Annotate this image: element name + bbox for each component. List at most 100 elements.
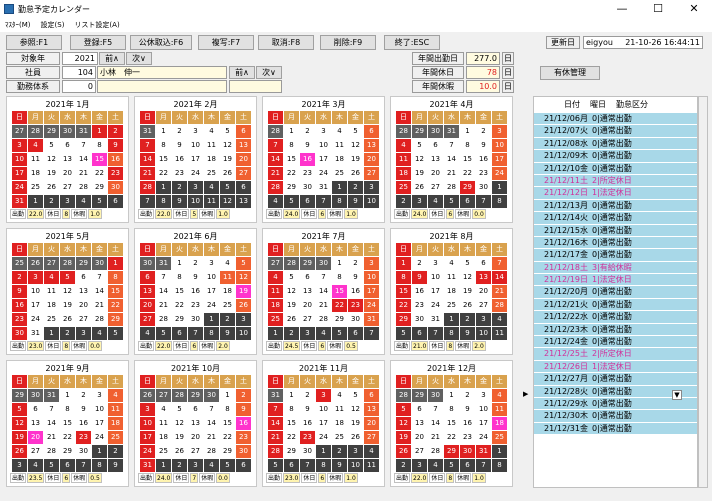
day-cell[interactable]: 17 bbox=[140, 431, 155, 444]
day-cell[interactable]: 8 bbox=[492, 459, 507, 472]
day-cell[interactable]: 18 bbox=[44, 299, 59, 312]
day-cell[interactable]: 16 bbox=[412, 285, 427, 298]
day-cell[interactable]: 16 bbox=[300, 153, 315, 166]
day-cell[interactable]: 19 bbox=[284, 299, 299, 312]
day-cell[interactable]: 4 bbox=[492, 389, 507, 402]
day-cell[interactable]: 5 bbox=[44, 139, 59, 152]
day-cell[interactable]: 11 bbox=[44, 285, 59, 298]
day-cell[interactable]: 8 bbox=[460, 139, 475, 152]
day-cell[interactable]: 18 bbox=[108, 417, 123, 430]
day-cell[interactable]: 5 bbox=[332, 327, 347, 340]
day-cell[interactable]: 4 bbox=[108, 389, 123, 402]
day-cell[interactable]: 17 bbox=[364, 285, 379, 298]
day-cell[interactable]: 6 bbox=[60, 139, 75, 152]
day-cell[interactable]: 6 bbox=[108, 195, 123, 208]
day-cell[interactable]: 18 bbox=[220, 285, 235, 298]
day-cell[interactable]: 4 bbox=[396, 139, 411, 152]
day-cell[interactable]: 28 bbox=[28, 125, 43, 138]
day-cell[interactable]: 2 bbox=[76, 389, 91, 402]
day-cell[interactable]: 31 bbox=[140, 459, 155, 472]
day-cell[interactable]: 1 bbox=[60, 389, 75, 402]
day-cell[interactable]: 25 bbox=[220, 299, 235, 312]
day-cell[interactable]: 30 bbox=[60, 125, 75, 138]
day-cell[interactable]: 2 bbox=[348, 181, 363, 194]
day-cell[interactable]: 2 bbox=[332, 445, 347, 458]
day-cell[interactable]: 21 bbox=[44, 431, 59, 444]
day-cell[interactable]: 9 bbox=[76, 403, 91, 416]
day-cell[interactable]: 12 bbox=[220, 195, 235, 208]
day-cell[interactable]: 2 bbox=[300, 125, 315, 138]
day-cell[interactable]: 5 bbox=[348, 389, 363, 402]
day-cell[interactable]: 3 bbox=[412, 459, 427, 472]
day-cell[interactable]: 30 bbox=[348, 313, 363, 326]
day-cell[interactable]: 5 bbox=[268, 459, 283, 472]
day-cell[interactable]: 25 bbox=[44, 313, 59, 326]
day-cell[interactable]: 2 bbox=[108, 125, 123, 138]
day-cell[interactable]: 27 bbox=[300, 313, 315, 326]
day-cell[interactable]: 4 bbox=[444, 257, 459, 270]
work-system-field[interactable]: 0 bbox=[62, 80, 96, 93]
day-cell[interactable]: 4 bbox=[332, 125, 347, 138]
day-cell[interactable]: 1 bbox=[92, 125, 107, 138]
day-cell[interactable]: 20 bbox=[364, 153, 379, 166]
day-cell[interactable]: 15 bbox=[460, 153, 475, 166]
day-cell[interactable]: 1 bbox=[108, 257, 123, 270]
list-row[interactable]: 21/12/24 金 0|通常出勤 bbox=[534, 336, 697, 349]
list-row[interactable]: 21/12/16 木 0|通常出勤 bbox=[534, 236, 697, 250]
day-cell[interactable]: 21 bbox=[156, 299, 171, 312]
day-cell[interactable]: 15 bbox=[284, 417, 299, 430]
day-cell[interactable]: 28 bbox=[428, 445, 443, 458]
day-cell[interactable]: 30 bbox=[140, 257, 155, 270]
day-cell[interactable]: 6 bbox=[60, 459, 75, 472]
day-cell[interactable]: 17 bbox=[316, 417, 331, 430]
day-cell[interactable]: 3 bbox=[76, 327, 91, 340]
day-cell[interactable]: 5 bbox=[396, 403, 411, 416]
day-cell[interactable]: 26 bbox=[396, 445, 411, 458]
day-cell[interactable]: 11 bbox=[332, 403, 347, 416]
day-cell[interactable]: 9 bbox=[188, 271, 203, 284]
list-row[interactable]: 21/12/12 日 1|法定休日 bbox=[534, 187, 697, 200]
day-cell[interactable]: 5 bbox=[12, 403, 27, 416]
day-cell[interactable]: 11 bbox=[204, 195, 219, 208]
day-cell[interactable]: 25 bbox=[12, 257, 27, 270]
day-cell[interactable]: 4 bbox=[220, 257, 235, 270]
day-cell[interactable]: 21 bbox=[76, 167, 91, 180]
day-cell[interactable]: 18 bbox=[204, 153, 219, 166]
day-cell[interactable]: 7 bbox=[300, 459, 315, 472]
day-cell[interactable]: 4 bbox=[28, 459, 43, 472]
day-cell[interactable]: 10 bbox=[364, 271, 379, 284]
day-cell[interactable]: 23 bbox=[12, 313, 27, 326]
day-cell[interactable]: 29 bbox=[172, 313, 187, 326]
day-cell[interactable]: 5 bbox=[444, 195, 459, 208]
day-cell[interactable]: 20 bbox=[188, 431, 203, 444]
day-cell[interactable]: 10 bbox=[92, 403, 107, 416]
day-cell[interactable]: 26 bbox=[412, 181, 427, 194]
day-cell[interactable]: 25 bbox=[28, 181, 43, 194]
day-cell[interactable]: 23 bbox=[172, 167, 187, 180]
day-cell[interactable]: 31 bbox=[76, 125, 91, 138]
day-cell[interactable]: 2 bbox=[460, 313, 475, 326]
day-cell[interactable]: 14 bbox=[316, 285, 331, 298]
day-cell[interactable]: 8 bbox=[156, 195, 171, 208]
day-cell[interactable]: 28 bbox=[268, 125, 283, 138]
menu-settings[interactable]: 設定(S) bbox=[36, 18, 70, 32]
day-cell[interactable]: 13 bbox=[140, 285, 155, 298]
day-cell[interactable]: 6 bbox=[412, 403, 427, 416]
day-cell[interactable]: 6 bbox=[364, 125, 379, 138]
day-cell[interactable]: 19 bbox=[460, 285, 475, 298]
day-cell[interactable]: 26 bbox=[28, 257, 43, 270]
day-cell[interactable]: 23 bbox=[188, 299, 203, 312]
day-cell[interactable]: 28 bbox=[444, 181, 459, 194]
day-cell[interactable]: 25 bbox=[396, 181, 411, 194]
day-cell[interactable]: 3 bbox=[476, 389, 491, 402]
day-cell[interactable]: 8 bbox=[92, 459, 107, 472]
day-cell[interactable]: 20 bbox=[236, 153, 251, 166]
day-cell[interactable]: 6 bbox=[364, 389, 379, 402]
day-cell[interactable]: 29 bbox=[284, 181, 299, 194]
list-row[interactable]: 21/12/08 水 0|通常出勤 bbox=[534, 137, 697, 151]
list-row[interactable]: 21/12/11 土 2|所定休日 bbox=[534, 174, 697, 188]
day-cell[interactable]: 17 bbox=[476, 417, 491, 430]
day-cell[interactable]: 31 bbox=[444, 125, 459, 138]
day-cell[interactable]: 24 bbox=[140, 445, 155, 458]
list-row[interactable]: 21/12/19 日 1|法定休日 bbox=[534, 274, 697, 287]
